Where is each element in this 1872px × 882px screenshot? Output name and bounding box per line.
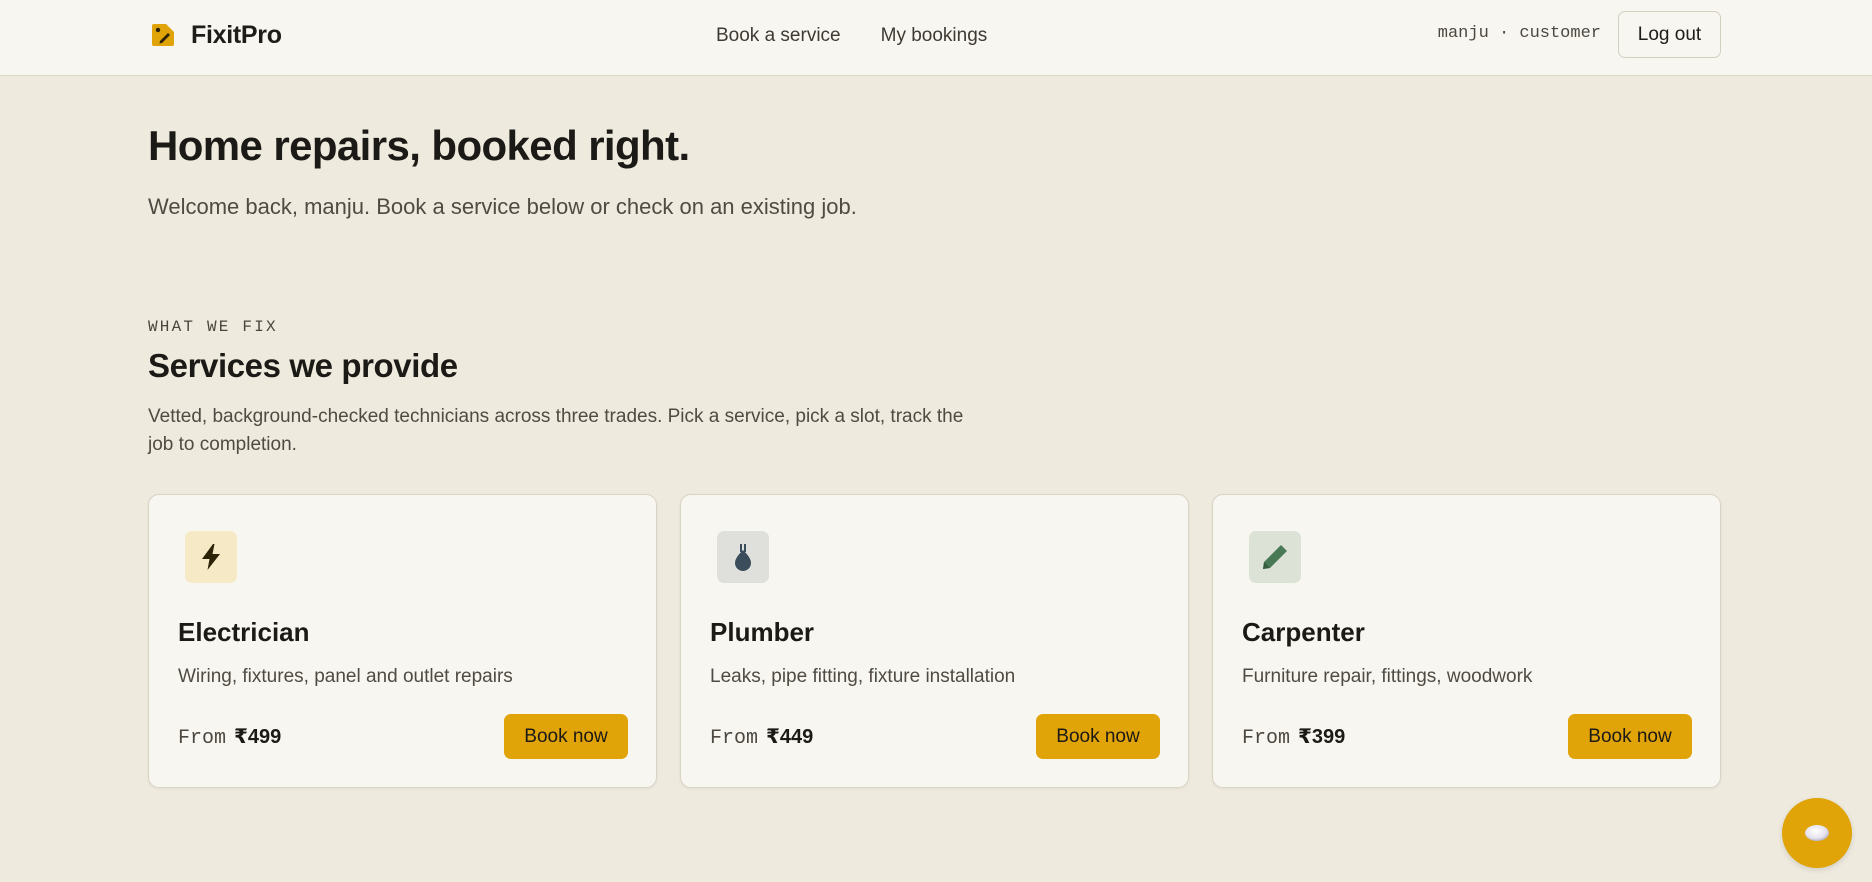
hero-title: Home repairs, booked right. [148,122,690,169]
hero-subtitle: Welcome back, manju. Book a service belo… [148,194,857,219]
water-drop-icon [735,544,751,571]
top-navigation-bar: FixitPro Book a service My bookings manj… [0,0,1872,76]
section-title: Services we provide [148,347,458,384]
pencil-icon [1263,545,1287,569]
service-price: From ₹399 [1242,724,1345,750]
price-amount: ₹499 [234,726,282,748]
current-user-role: manju · customer [1437,24,1601,43]
price-amount: ₹449 [766,726,814,748]
book-now-button-carpenter[interactable]: Book now [1568,714,1692,759]
book-now-button-electrician[interactable]: Book now [504,714,628,759]
price-prefix: From [1242,727,1291,750]
nav-book-a-service[interactable]: Book a service [716,25,841,47]
section-description: Vetted, background-checked technicians a… [148,406,964,455]
service-card-carpenter: Carpenter Furniture repair, fittings, wo… [1212,494,1721,788]
service-card-electrician: Electrician Wiring, fixtures, panel and … [148,494,657,788]
logout-button[interactable]: Log out [1618,11,1721,58]
service-description: Wiring, fixtures, panel and outlet repai… [178,666,513,687]
brand-name: FixitPro [191,20,282,49]
service-name: Carpenter [1242,617,1365,647]
book-now-button-plumber[interactable]: Book now [1036,714,1160,759]
price-amount: ₹399 [1298,726,1346,748]
brand-logo-link[interactable]: FixitPro [149,19,282,51]
lightning-bolt-icon [202,544,220,570]
nav-my-bookings[interactable]: My bookings [881,25,988,47]
section-eyebrow: WHAT WE FIX [148,318,278,336]
price-prefix: From [178,727,227,750]
tag-icon [152,24,174,46]
price-prefix: From [710,727,759,750]
service-description: Leaks, pipe fitting, fixture installatio… [710,666,1016,687]
chat-support-button[interactable] [1782,798,1852,868]
chat-bubble-icon [1805,825,1829,841]
service-name: Plumber [710,617,815,647]
service-card-plumber: Plumber Leaks, pipe fitting, fixture ins… [680,494,1189,788]
service-icon-tile [185,531,237,583]
main-nav: Book a service My bookings [716,22,987,50]
service-price: From ₹499 [178,724,281,750]
service-description: Furniture repair, fittings, woodwork [1242,666,1533,687]
service-icon-tile [717,531,769,583]
service-name: Electrician [178,617,310,647]
service-price: From ₹449 [710,724,813,750]
service-icon-tile [1249,531,1301,583]
